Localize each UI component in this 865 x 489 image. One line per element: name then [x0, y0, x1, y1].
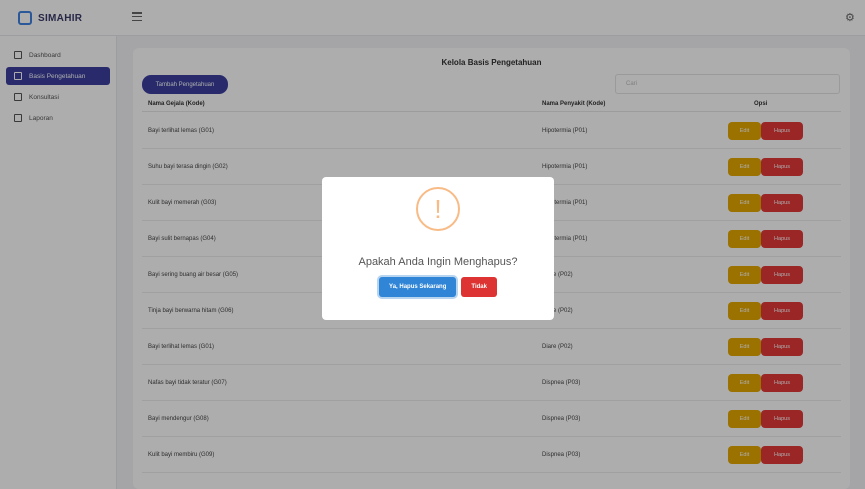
dialog-actions: Ya, Hapus Sekarang Tidak [322, 277, 554, 297]
cancel-button[interactable]: Tidak [461, 277, 497, 297]
warning-icon: ! [416, 187, 460, 231]
delete-confirm-dialog: ! Apakah Anda Ingin Menghapus? Ya, Hapus… [322, 177, 554, 320]
confirm-delete-button[interactable]: Ya, Hapus Sekarang [379, 277, 457, 297]
dialog-message: Apakah Anda Ingin Menghapus? [358, 256, 518, 268]
